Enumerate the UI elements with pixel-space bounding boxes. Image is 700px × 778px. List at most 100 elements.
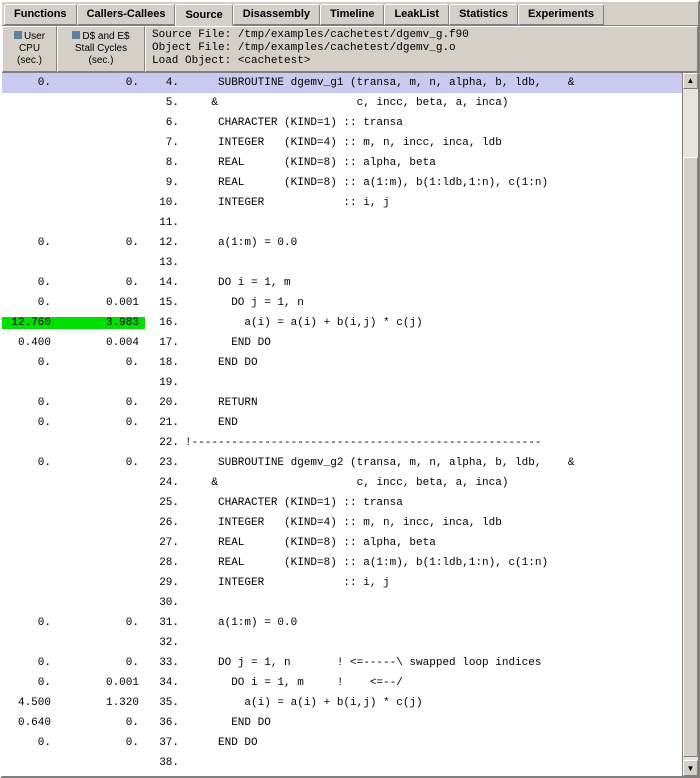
source-line[interactable]: 0.0.00115. DO j = 1, n [2, 293, 682, 313]
cell-stall: 0. [57, 617, 145, 629]
source-line[interactable]: 0.0.12. a(1:m) = 0.0 [2, 233, 682, 253]
content-area: User CPU (sec.) D$ and E$ Stall Cycles (… [2, 26, 698, 776]
cell-usercpu: 0. [2, 677, 57, 689]
source-line[interactable]: 0.0.00134. DO i = 1, m ! <=--/ [2, 673, 682, 693]
source-line[interactable]: 0.6400.36. END DO [2, 713, 682, 733]
scroll-thumb[interactable] [683, 157, 698, 757]
cell-code: & c, incc, beta, a, inca) [183, 97, 682, 109]
cell-stall: 0. [57, 277, 145, 289]
cell-lineno: 26. [145, 517, 183, 529]
source-line[interactable]: 0.0.31. a(1:m) = 0.0 [2, 613, 682, 633]
cell-lineno: 14. [145, 277, 183, 289]
source-line[interactable]: 0.0.4. SUBROUTINE dgemv_g1 (transa, m, n… [2, 73, 682, 93]
cell-code: END DO [183, 717, 682, 729]
source-line[interactable]: 7. INTEGER (KIND=4) :: m, n, incc, inca,… [2, 133, 682, 153]
source-line[interactable]: 0.0.23. SUBROUTINE dgemv_g2 (transa, m, … [2, 453, 682, 473]
col-header-stall[interactable]: D$ and E$ Stall Cycles (sec.) [57, 26, 145, 72]
cell-lineno: 37. [145, 737, 183, 749]
source-line[interactable]: 10. INTEGER :: i, j [2, 193, 682, 213]
source-line[interactable]: 4.5001.32035. a(i) = a(i) + b(i,j) * c(j… [2, 693, 682, 713]
source-listing[interactable]: 0.0.4. SUBROUTINE dgemv_g1 (transa, m, n… [2, 73, 682, 776]
scroll-down-button[interactable]: ▼ [683, 760, 698, 776]
cell-code: END DO [183, 737, 682, 749]
tab-experiments[interactable]: Experiments [518, 4, 604, 25]
source-line[interactable]: 19. [2, 373, 682, 393]
source-line[interactable]: 0.0.33. DO j = 1, n ! <=-----\ swapped l… [2, 653, 682, 673]
cell-code: INTEGER :: i, j [183, 197, 682, 209]
tab-leaklist[interactable]: LeakList [384, 4, 449, 25]
cell-code: END [183, 417, 682, 429]
cell-stall: 0.001 [57, 677, 145, 689]
source-line[interactable]: 27. REAL (KIND=8) :: alpha, beta [2, 533, 682, 553]
source-file-label: Source File: /tmp/examples/cachetest/dge… [152, 29, 469, 42]
cell-usercpu: 0. [2, 737, 57, 749]
cell-code: DO j = 1, n [183, 297, 682, 309]
cell-lineno: 32. [145, 637, 183, 649]
source-line[interactable]: 0.0.20. RETURN [2, 393, 682, 413]
cell-lineno: 33. [145, 657, 183, 669]
source-line[interactable]: 8. REAL (KIND=8) :: alpha, beta [2, 153, 682, 173]
cell-code: REAL (KIND=8) :: alpha, beta [183, 157, 682, 169]
source-line[interactable]: 32. [2, 633, 682, 653]
cell-usercpu: 0. [2, 657, 57, 669]
cell-code: INTEGER (KIND=4) :: m, n, incc, inca, ld… [183, 517, 682, 529]
source-line[interactable]: 22.!------------------------------------… [2, 433, 682, 453]
scroll-up-button[interactable]: ▲ [683, 73, 698, 89]
cell-code: CHARACTER (KIND=1) :: transa [183, 117, 682, 129]
cell-code: a(i) = a(i) + b(i,j) * c(j) [183, 697, 682, 709]
cell-lineno: 23. [145, 457, 183, 469]
body-area: 0.0.4. SUBROUTINE dgemv_g1 (transa, m, n… [2, 73, 698, 776]
cell-code: DO j = 1, n ! <=-----\ swapped loop indi… [183, 657, 682, 669]
cell-lineno: 34. [145, 677, 183, 689]
source-line[interactable]: 6. CHARACTER (KIND=1) :: transa [2, 113, 682, 133]
source-line[interactable]: 0.0.37. END DO [2, 733, 682, 753]
source-line[interactable]: 38. [2, 753, 682, 773]
source-line[interactable]: 25. CHARACTER (KIND=1) :: transa [2, 493, 682, 513]
source-line[interactable]: 24. & c, incc, beta, a, inca) [2, 473, 682, 493]
source-line[interactable]: 30. [2, 593, 682, 613]
cell-code: SUBROUTINE dgemv_g2 (transa, m, n, alpha… [183, 457, 682, 469]
cell-lineno: 11. [145, 217, 183, 229]
source-line[interactable]: 0.4000.00417. END DO [2, 333, 682, 353]
cell-code: CHARACTER (KIND=1) :: transa [183, 497, 682, 509]
source-line[interactable]: 29. INTEGER :: i, j [2, 573, 682, 593]
cell-lineno: 21. [145, 417, 183, 429]
source-line[interactable]: 0.0.18. END DO [2, 353, 682, 373]
cell-code: INTEGER :: i, j [183, 577, 682, 589]
load-object-label: Load Object: <cachetest> [152, 55, 310, 68]
source-line[interactable]: 9. REAL (KIND=8) :: a(1:m), b(1:ldb,1:n)… [2, 173, 682, 193]
cell-stall: 3.983 [57, 317, 145, 329]
cell-lineno: 27. [145, 537, 183, 549]
cell-code: END DO [183, 357, 682, 369]
scroll-track[interactable] [683, 89, 698, 760]
cell-stall: 0. [57, 397, 145, 409]
source-line[interactable]: 13. [2, 253, 682, 273]
tab-callers-callees[interactable]: Callers-Callees [77, 4, 176, 25]
profiler-window: FunctionsCallers-CalleesSourceDisassembl… [0, 0, 700, 778]
cell-usercpu: 12.760 [2, 317, 57, 329]
cell-stall: 0. [57, 717, 145, 729]
cell-code: SUBROUTINE dgemv_g1 (transa, m, n, alpha… [183, 77, 682, 89]
cell-code: a(i) = a(i) + b(i,j) * c(j) [183, 317, 682, 329]
tab-source[interactable]: Source [175, 4, 232, 26]
col-header-usercpu[interactable]: User CPU (sec.) [2, 26, 57, 72]
source-line[interactable]: 5. & c, incc, beta, a, inca) [2, 93, 682, 113]
source-line[interactable]: 12.7603.98316. a(i) = a(i) + b(i,j) * c(… [2, 313, 682, 333]
source-line[interactable]: 11. [2, 213, 682, 233]
cell-lineno: 7. [145, 137, 183, 149]
cell-stall: 0.004 [57, 337, 145, 349]
cell-lineno: 36. [145, 717, 183, 729]
tab-functions[interactable]: Functions [4, 4, 77, 25]
tab-timeline[interactable]: Timeline [320, 4, 384, 25]
source-line[interactable]: 26. INTEGER (KIND=4) :: m, n, incc, inca… [2, 513, 682, 533]
cell-lineno: 6. [145, 117, 183, 129]
cell-usercpu: 0.640 [2, 717, 57, 729]
tab-statistics[interactable]: Statistics [449, 4, 518, 25]
source-line[interactable]: 28. REAL (KIND=8) :: a(1:m), b(1:ldb,1:n… [2, 553, 682, 573]
tab-disassembly[interactable]: Disassembly [233, 4, 320, 25]
cell-usercpu: 0. [2, 617, 57, 629]
vertical-scrollbar[interactable]: ▲ ▼ [682, 73, 698, 776]
source-line[interactable]: 0.0.21. END [2, 413, 682, 433]
source-line[interactable]: 0.0.14. DO i = 1, m [2, 273, 682, 293]
cell-usercpu: 0. [2, 277, 57, 289]
